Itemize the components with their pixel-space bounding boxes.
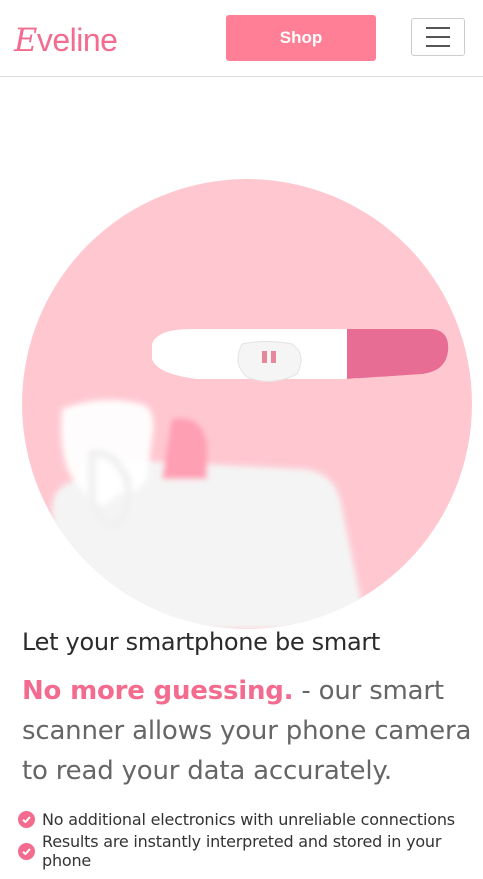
feature-text: Results are instantly interpreted and st… xyxy=(42,832,442,870)
hamburger-menu-icon[interactable] xyxy=(411,18,465,56)
lead-accent: No more guessing. xyxy=(22,676,294,706)
shop-button[interactable]: Shop xyxy=(226,15,376,61)
lead-paragraph: No more guessing. - our smart scanner al… xyxy=(22,671,482,791)
check-circle-icon xyxy=(18,810,35,828)
page-headline: Let your smartphone be smart xyxy=(22,628,381,656)
site-header: Eveline Shop xyxy=(0,0,483,77)
check-circle-icon xyxy=(18,842,35,860)
pregnancy-test-graphic xyxy=(152,329,449,382)
feature-text: No additional electronics with unreliabl… xyxy=(42,809,455,829)
feature-item: No additional electronics with unreliabl… xyxy=(18,803,483,835)
logo[interactable]: Eveline xyxy=(14,20,118,60)
hero-image xyxy=(22,179,472,629)
feature-list: No additional electronics with unreliabl… xyxy=(18,803,483,870)
feature-item: Results are instantly interpreted and st… xyxy=(18,832,483,870)
logo-rest: veline xyxy=(36,22,118,58)
